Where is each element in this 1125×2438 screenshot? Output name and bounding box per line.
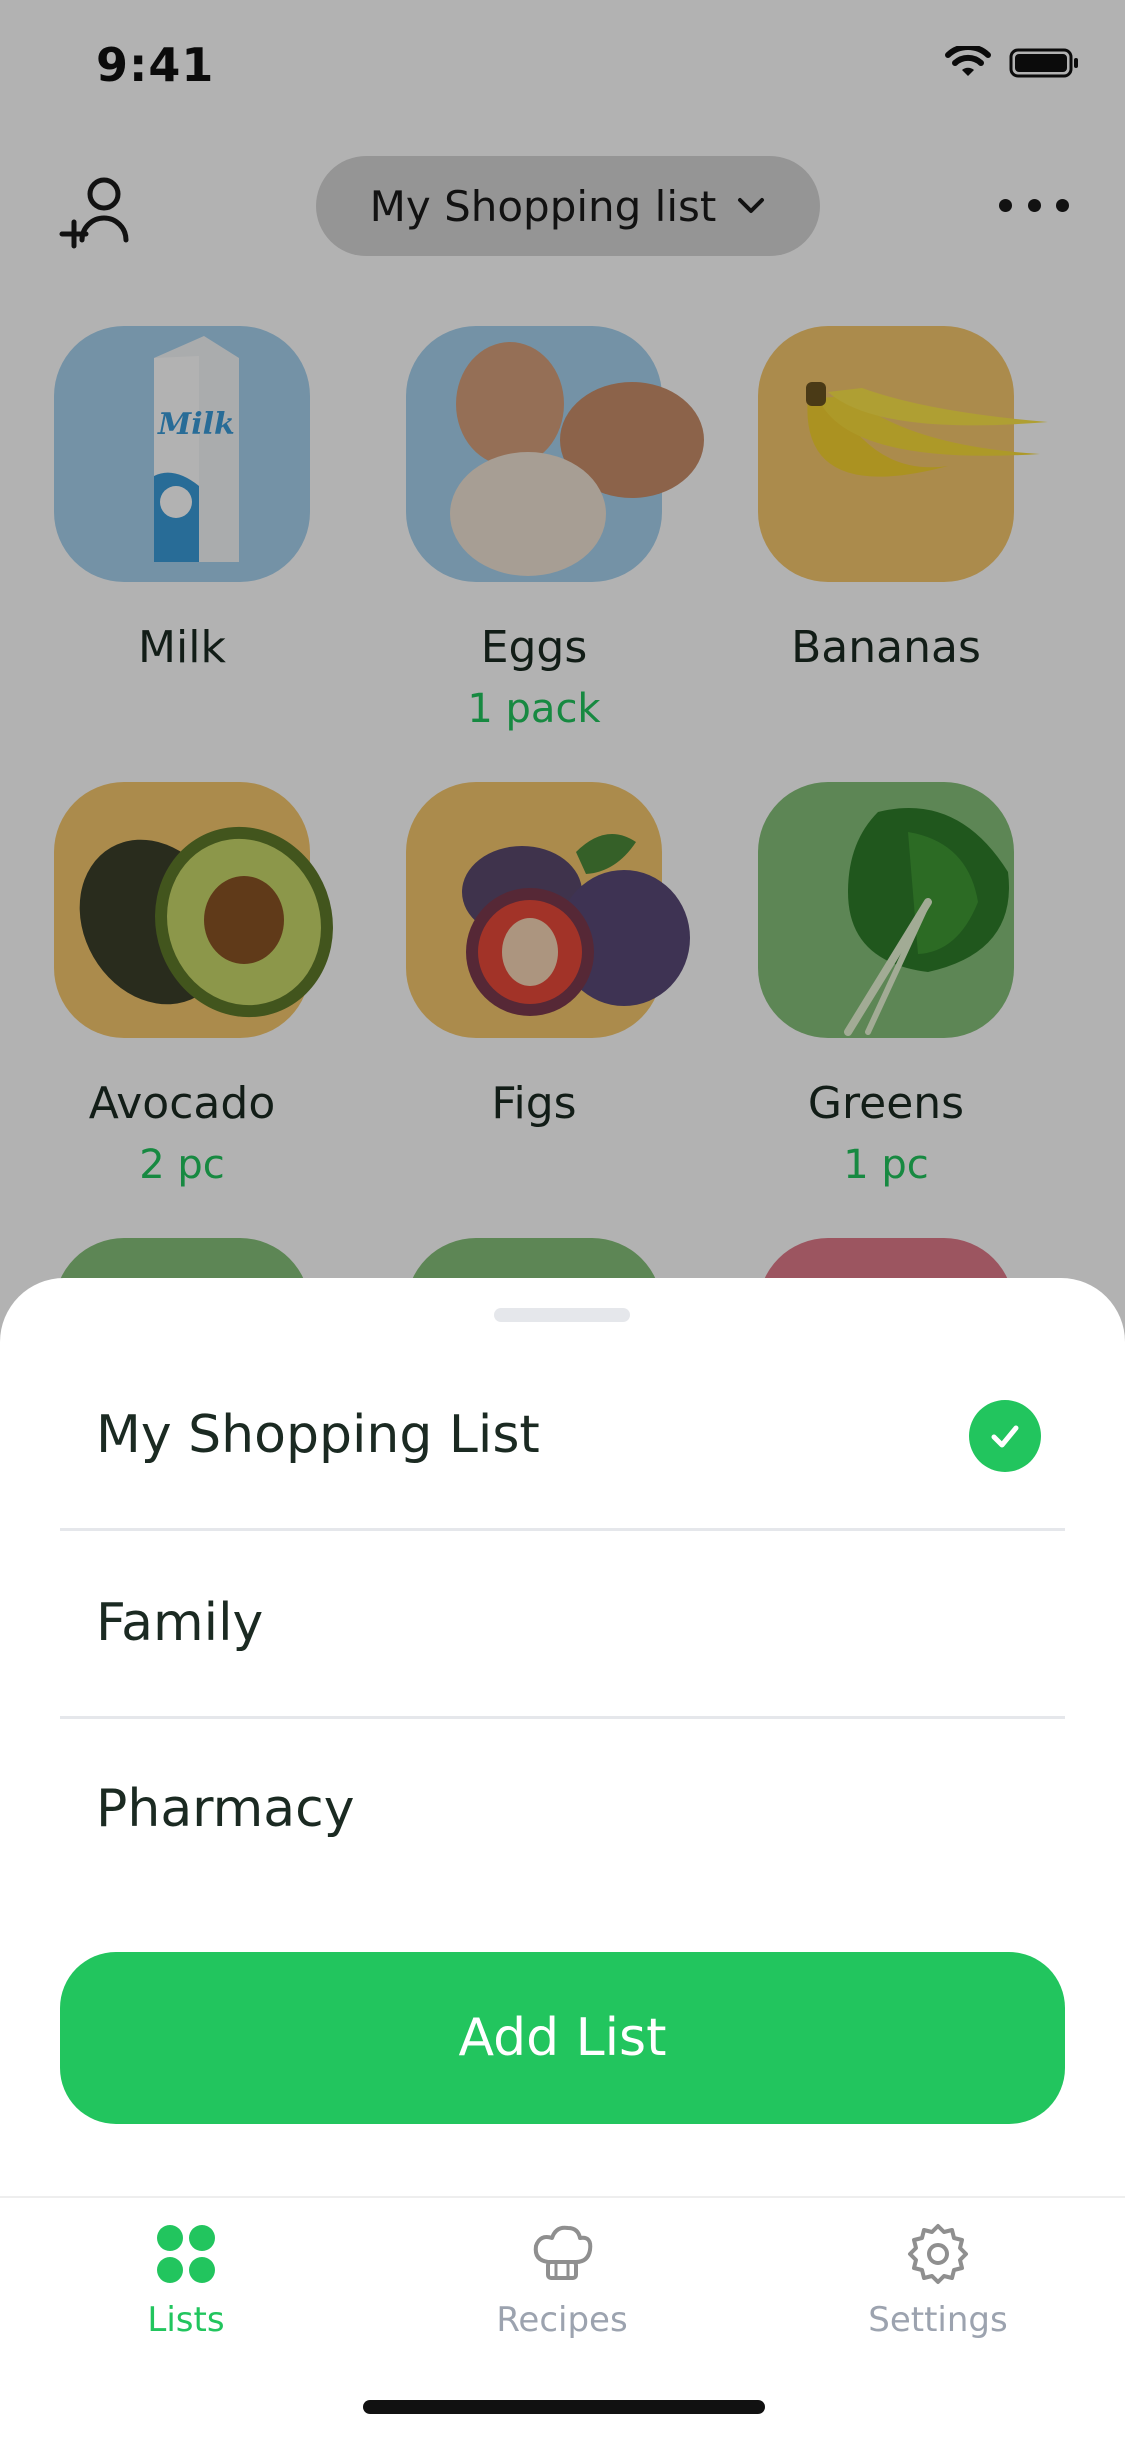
list-option-label: Family [96,1593,264,1653]
tab-label: Recipes [496,2300,628,2340]
tab-recipes[interactable]: Recipes [432,2222,692,2372]
list-option-label: Pharmacy [96,1779,355,1839]
list-option-pharmacy[interactable]: Pharmacy [60,1716,1065,1902]
tab-lists[interactable]: Lists [56,2222,316,2372]
chef-hat-icon [533,2225,593,2280]
list-option-family[interactable]: Family [60,1530,1065,1719]
list-option-my-shopping-list[interactable]: My Shopping List [60,1342,1065,1531]
tab-label: Lists [147,2300,225,2340]
list-option-label: My Shopping List [96,1405,540,1465]
gear-icon [908,2224,968,2284]
sheet-grabber[interactable] [494,1308,630,1322]
tab-settings[interactable]: Settings [808,2222,1068,2372]
add-list-button[interactable]: Add List [60,1952,1065,2124]
home-indicator [363,2400,765,2414]
selected-check-icon [969,1400,1041,1472]
grid-icon [157,2225,215,2283]
tab-label: Settings [868,2300,1008,2340]
